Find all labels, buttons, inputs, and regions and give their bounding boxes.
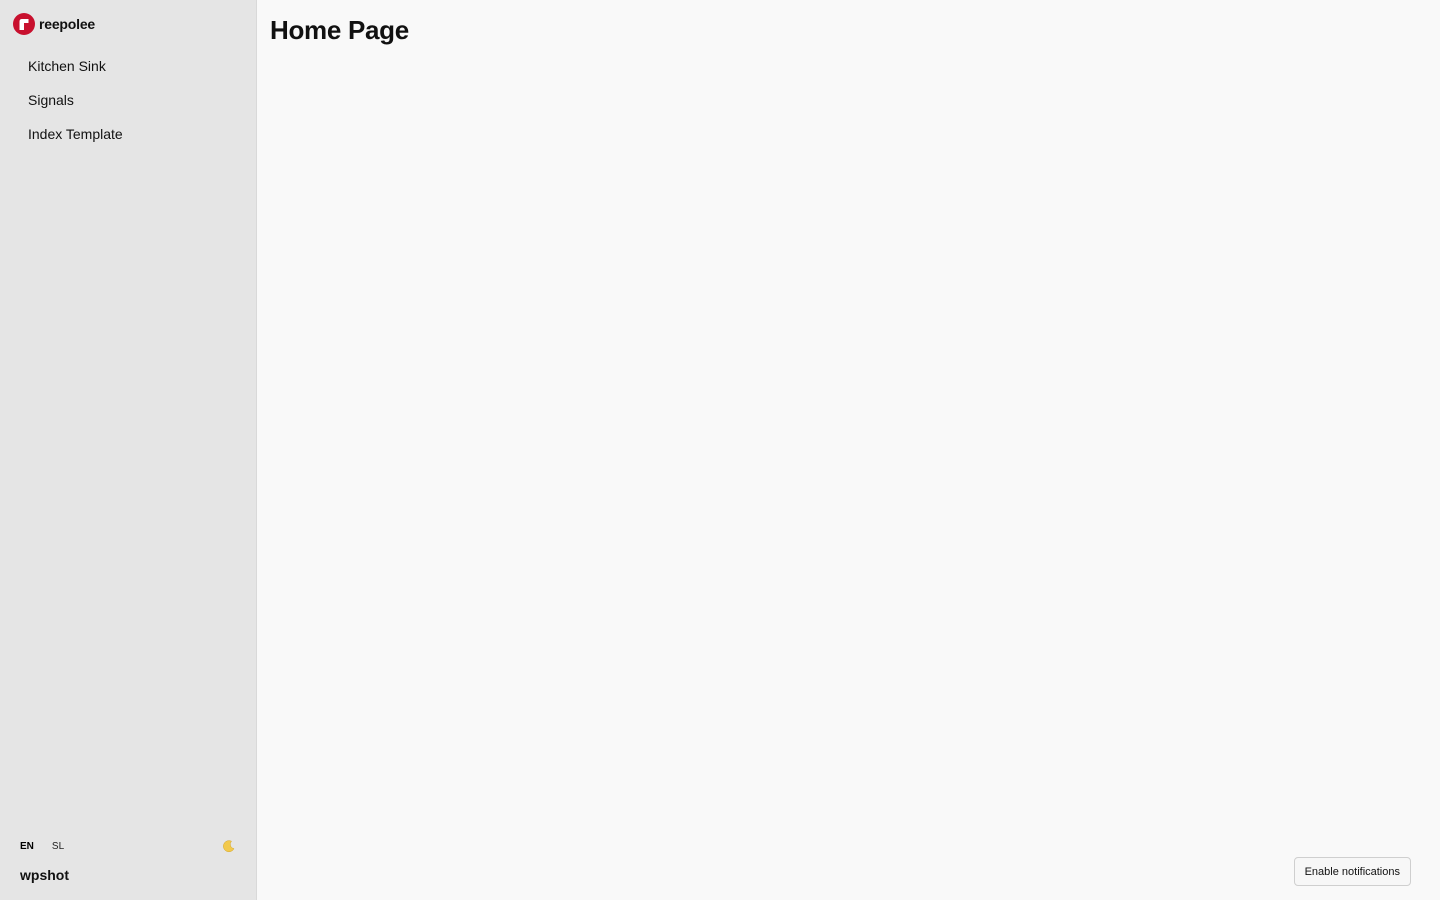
sidebar-nav: Kitchen Sink Signals Index Template	[0, 49, 256, 151]
language-sl[interactable]: SL	[52, 841, 64, 852]
sidebar-item-kitchen-sink[interactable]: Kitchen Sink	[0, 49, 256, 83]
moon-icon[interactable]	[220, 838, 236, 854]
brand-logo-link[interactable]: reepolee	[13, 13, 95, 35]
language-en[interactable]: EN	[20, 841, 34, 852]
brand-name: reepolee	[39, 16, 95, 32]
sidebar-item-index-template[interactable]: Index Template	[0, 117, 256, 151]
enable-notifications-button[interactable]: Enable notifications	[1293, 857, 1411, 886]
page-title: Home Page	[270, 15, 409, 45]
sidebar-item-signals[interactable]: Signals	[0, 83, 256, 117]
sidebar: reepolee Kitchen Sink Signals Index Temp…	[0, 0, 257, 900]
main-content: Home Page	[257, 0, 1440, 900]
language-switcher: EN SL	[20, 838, 236, 854]
user-name: wpshot	[20, 867, 69, 883]
brand-logo-icon	[13, 13, 35, 35]
